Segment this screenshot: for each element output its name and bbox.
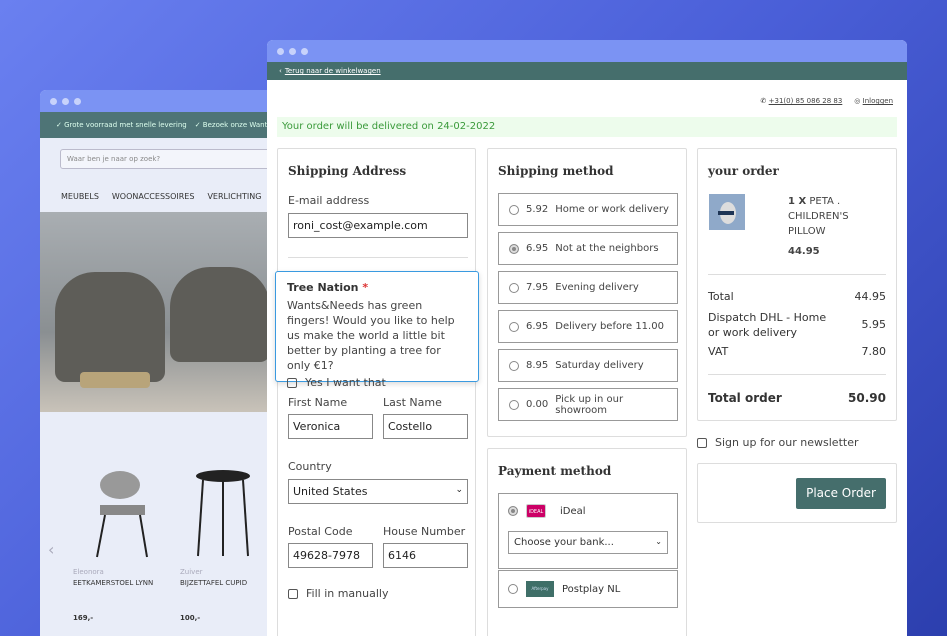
section-title: Payment method [498, 464, 611, 478]
order-summary-panel: your order 1 X PETA . CHILDREN'S PILLOW4… [697, 148, 897, 421]
main-nav: MEUBELS WOONACCESSOIRES VERLICHTING VL [61, 192, 280, 201]
ideal-option[interactable]: iDEALiDeal Choose your bank...⌄ [498, 493, 678, 569]
table-product-image [188, 468, 258, 563]
radio-button[interactable] [509, 400, 519, 410]
nav-item-woonaccessoires[interactable]: WOONACCESSOIRES [112, 192, 195, 201]
shipping-option[interactable]: 7.95Evening delivery [498, 271, 678, 304]
shipping-address-panel: Shipping Address E-mail address roni_cos… [277, 148, 476, 636]
product-brand: Zuiver [180, 568, 247, 576]
nav-item-meubels[interactable]: MEUBELS [61, 192, 99, 201]
tree-nation-popup: Tree Nation * Wants&Needs has green fing… [275, 271, 479, 382]
email-field[interactable]: roni_cost@example.com [288, 213, 468, 238]
search-input[interactable]: Waar ben je naar op zoek? [60, 149, 280, 169]
country-label: Country [288, 460, 332, 473]
chair-product-image [85, 465, 155, 560]
tree-nation-text: Wants&Needs has green fingers! Would you… [287, 298, 467, 373]
login-link[interactable]: ◎ Inloggen [854, 97, 893, 105]
place-order-panel: Place Order [697, 463, 897, 523]
product-price: 169,- [73, 614, 153, 622]
postal-code-field[interactable]: 49628-7978 [288, 543, 373, 568]
house-number-label: House Number [383, 525, 465, 538]
carousel-prev-icon[interactable]: ‹ [48, 540, 54, 559]
radio-button[interactable] [509, 205, 519, 215]
last-name-label: Last Name [383, 396, 442, 409]
last-name-field[interactable]: Costello [383, 414, 468, 439]
phone-link[interactable]: ✆ +31(0) 85 086 28 83 [761, 97, 843, 105]
chevron-down-icon: ⌄ [455, 485, 463, 495]
checkout-window: ‹Terug naar de winkelwagen ✆ +31(0) 85 0… [267, 40, 907, 636]
product-brand: Eleonora [73, 568, 153, 576]
product-card[interactable]: Zuiver BIJZETTAFEL CUPID 100,- [180, 568, 247, 622]
first-name-field[interactable]: Veronica [288, 414, 373, 439]
shipping-method-panel: Shipping method 5.92Home or work deliver… [487, 148, 687, 437]
nav-item-verlichting[interactable]: VERLICHTING [207, 192, 261, 201]
window-titlebar [40, 90, 280, 112]
delivery-notice: Your order will be delivered on 24-02-20… [277, 117, 897, 137]
shipping-option[interactable]: 6.95Delivery before 11.00 [498, 310, 678, 343]
product-name: EETKAMERSTOEL LYNN [73, 579, 153, 587]
phone-icon: ✆ [761, 97, 767, 105]
fill-manually-checkbox[interactable]: Fill in manually [288, 587, 388, 600]
email-label: E-mail address [288, 194, 369, 207]
user-icon: ◎ [854, 97, 860, 105]
bank-select[interactable]: Choose your bank...⌄ [508, 531, 668, 554]
back-to-cart-link[interactable]: Terug naar de winkelwagen [285, 67, 381, 75]
back-to-cart-bar: ‹Terug naar de winkelwagen [267, 62, 907, 80]
background-shop-window: ✓ Grote voorraad met snelle levering ✓ B… [40, 90, 280, 636]
house-number-field[interactable]: 6146 [383, 543, 468, 568]
order-total: Total order50.90 [708, 391, 886, 405]
window-titlebar [267, 40, 907, 62]
section-title: Shipping Address [288, 164, 406, 178]
product-name: BIJZETTAFEL CUPID [180, 579, 247, 587]
radio-button[interactable] [509, 361, 519, 371]
payment-method-panel: Payment method iDEALiDeal Choose your ba… [487, 448, 687, 636]
product-thumbnail [708, 193, 746, 231]
vat-line: VAT7.80 [708, 345, 886, 358]
section-title: your order [708, 164, 779, 178]
product-price: 100,- [180, 614, 247, 622]
hero-image [40, 212, 280, 412]
country-select[interactable]: United States⌄ [288, 479, 468, 504]
shipping-option[interactable]: 5.92Home or work delivery [498, 193, 678, 226]
product-card[interactable]: Eleonora EETKAMERSTOEL LYNN 169,- [73, 568, 153, 622]
chevron-left-icon: ‹ [279, 67, 282, 75]
dispatch-line: Dispatch DHL - Home or work delivery5.95 [708, 310, 886, 340]
radio-button[interactable] [509, 283, 519, 293]
postal-code-label: Postal Code [288, 525, 352, 538]
usp-bar: ✓ Grote voorraad met snelle levering ✓ B… [40, 112, 280, 138]
usp-item: ✓ Grote voorraad met snelle levering [56, 121, 187, 129]
chevron-down-icon: ⌄ [655, 537, 662, 546]
radio-button[interactable] [509, 322, 519, 332]
shipping-option[interactable]: 0.00Pick up in our showroom [498, 388, 678, 421]
section-title: Shipping method [498, 164, 614, 178]
shipping-option[interactable]: 6.95Not at the neighbors [498, 232, 678, 265]
postplay-option[interactable]: AfterpayPostplay NL [498, 570, 678, 608]
ideal-logo: iDEAL [526, 504, 546, 518]
first-name-label: First Name [288, 396, 347, 409]
order-item: 1 X PETA . CHILDREN'S PILLOW44.95 [788, 194, 888, 259]
tree-nation-checkbox[interactable]: Yes I want that [287, 375, 467, 390]
postplay-logo: Afterpay [526, 581, 554, 597]
newsletter-checkbox[interactable]: Sign up for our newsletter [697, 436, 859, 449]
shipping-option[interactable]: 8.95Saturday delivery [498, 349, 678, 382]
total-line: Total44.95 [708, 290, 886, 303]
radio-button[interactable] [509, 244, 519, 254]
place-order-button[interactable]: Place Order [796, 478, 886, 509]
